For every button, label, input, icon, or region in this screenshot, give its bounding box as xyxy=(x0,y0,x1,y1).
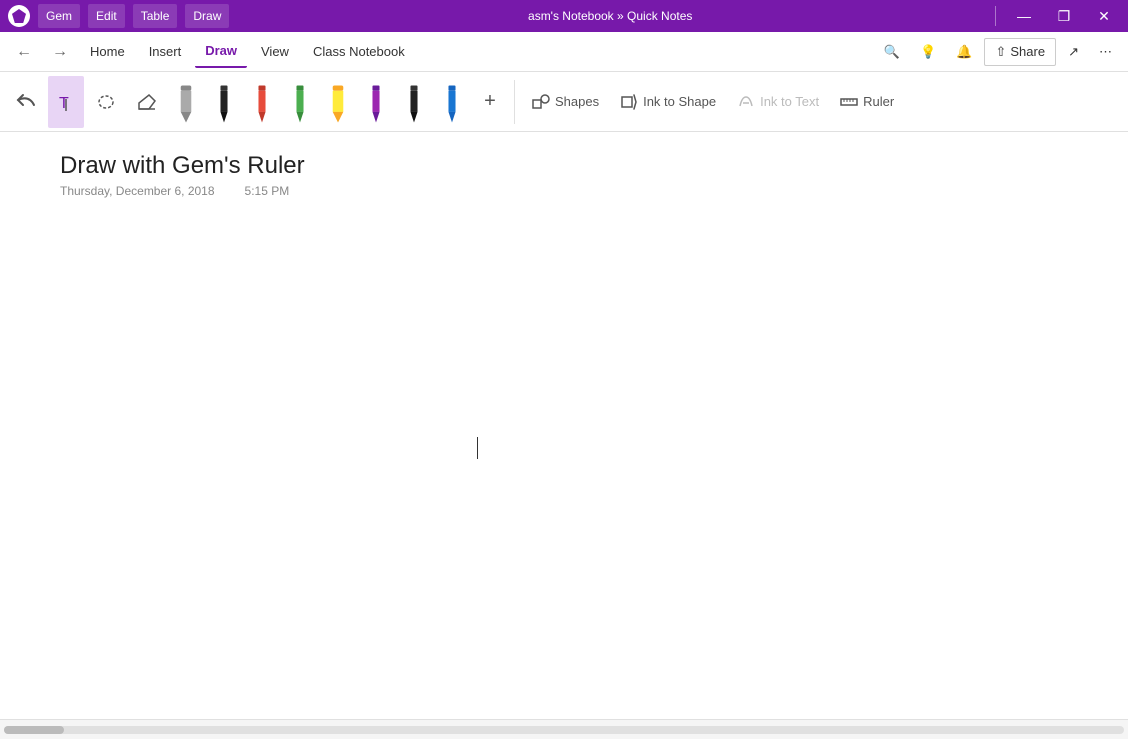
pen-3-button[interactable] xyxy=(244,76,280,128)
pen-5-icon xyxy=(324,82,352,126)
shapes-icon xyxy=(531,92,551,112)
expand-button[interactable]: ↗ xyxy=(1060,37,1087,67)
ink-to-shape-label: Ink to Shape xyxy=(643,94,716,109)
ribbon-separator xyxy=(514,80,515,124)
title-separator xyxy=(995,6,996,26)
gem-menu-button[interactable]: Gem xyxy=(38,4,80,28)
gem-badge xyxy=(8,5,30,27)
ink-to-text-button[interactable]: Ink to Text xyxy=(728,82,827,122)
title-bar-right: — ❐ ✕ xyxy=(991,0,1120,32)
close-button[interactable]: ✕ xyxy=(1088,0,1120,32)
ink-to-shape-icon xyxy=(619,92,639,112)
restore-button[interactable]: ❐ xyxy=(1048,0,1080,32)
page-title: Draw with Gem's Ruler xyxy=(60,152,1068,180)
lasso-select-button[interactable] xyxy=(88,76,124,128)
pen-2-button[interactable] xyxy=(206,76,242,128)
search-button[interactable]: 🔍 xyxy=(876,37,908,67)
gem-icon xyxy=(12,9,26,23)
pen-3-icon xyxy=(248,82,276,126)
add-pen-button[interactable]: + xyxy=(474,86,506,118)
pen-8-button[interactable] xyxy=(434,76,470,128)
pen-4-button[interactable] xyxy=(282,76,318,128)
edit-menu-button[interactable]: Edit xyxy=(88,4,125,28)
shapes-button[interactable]: Shapes xyxy=(523,82,607,122)
menu-bar: ← → Home Insert Draw View Class Notebook… xyxy=(0,32,1128,72)
pen-7-icon xyxy=(400,82,428,126)
tab-home[interactable]: Home xyxy=(80,36,135,68)
forward-button[interactable]: → xyxy=(44,36,76,68)
bell-button[interactable]: 🔔 xyxy=(948,37,980,67)
ribbon: T xyxy=(0,72,1128,132)
bell-icon: 🔔 xyxy=(956,44,972,60)
lightbulb-icon: 💡 xyxy=(920,44,936,60)
pen-7-button[interactable] xyxy=(396,76,432,128)
ink-to-text-label: Ink to Text xyxy=(760,94,819,109)
pen-group xyxy=(168,76,470,128)
pen-8-icon xyxy=(438,82,466,126)
more-icon: ⋯ xyxy=(1099,44,1112,60)
lightbulb-button[interactable]: 💡 xyxy=(912,37,944,67)
scrollbar-area xyxy=(0,719,1128,739)
pen-6-button[interactable] xyxy=(358,76,394,128)
ink-to-shape-button[interactable]: Ink to Shape xyxy=(611,82,724,122)
eraser-icon xyxy=(135,91,157,113)
window-title: asm's Notebook » Quick Notes xyxy=(229,9,991,23)
title-bar-left: Gem Edit Table Draw xyxy=(8,4,229,28)
pen-2-icon xyxy=(210,82,238,126)
search-icon: 🔍 xyxy=(884,44,900,60)
tab-view[interactable]: View xyxy=(251,36,299,68)
title-bar: Gem Edit Table Draw asm's Notebook » Qui… xyxy=(0,0,1128,32)
svg-text:T: T xyxy=(59,95,69,112)
tab-draw[interactable]: Draw xyxy=(195,36,247,68)
undo-icon xyxy=(15,91,37,113)
minimize-button[interactable]: — xyxy=(1008,0,1040,32)
eraser-button[interactable] xyxy=(128,76,164,128)
shapes-label: Shapes xyxy=(555,94,599,109)
select-tool-icon: T xyxy=(55,91,77,113)
ruler-icon xyxy=(839,92,859,112)
pen-1-button[interactable] xyxy=(168,76,204,128)
ruler-label: Ruler xyxy=(863,94,894,109)
pen-5-button[interactable] xyxy=(320,76,356,128)
page-date: Thursday, December 6, 2018 xyxy=(60,184,215,198)
tab-insert[interactable]: Insert xyxy=(139,36,192,68)
page-metadata: Thursday, December 6, 2018 5:15 PM xyxy=(60,184,1068,198)
scrollbar-thumb[interactable] xyxy=(4,726,64,734)
content-area[interactable]: Draw with Gem's Ruler Thursday, December… xyxy=(0,132,1128,719)
pen-1-icon xyxy=(172,82,200,126)
table-menu-button[interactable]: Table xyxy=(133,4,178,28)
select-tool-button[interactable]: T xyxy=(48,76,84,128)
text-cursor xyxy=(477,437,478,459)
share-label: Share xyxy=(1010,44,1045,59)
lasso-icon xyxy=(95,91,117,113)
undo-button[interactable] xyxy=(8,76,44,128)
pen-6-icon xyxy=(362,82,390,126)
ruler-button[interactable]: Ruler xyxy=(831,82,902,122)
page-time: 5:15 PM xyxy=(245,184,290,198)
tab-class-notebook[interactable]: Class Notebook xyxy=(303,36,415,68)
share-icon: ⇧ xyxy=(995,44,1006,60)
scrollbar-track[interactable] xyxy=(4,726,1124,734)
expand-icon: ↗ xyxy=(1068,44,1079,60)
share-button[interactable]: ⇧ Share xyxy=(984,38,1056,66)
pen-4-icon xyxy=(286,82,314,126)
back-button[interactable]: ← xyxy=(8,36,40,68)
ink-to-text-icon xyxy=(736,92,756,112)
draw-menu-button[interactable]: Draw xyxy=(185,4,229,28)
more-button[interactable]: ⋯ xyxy=(1091,37,1120,67)
